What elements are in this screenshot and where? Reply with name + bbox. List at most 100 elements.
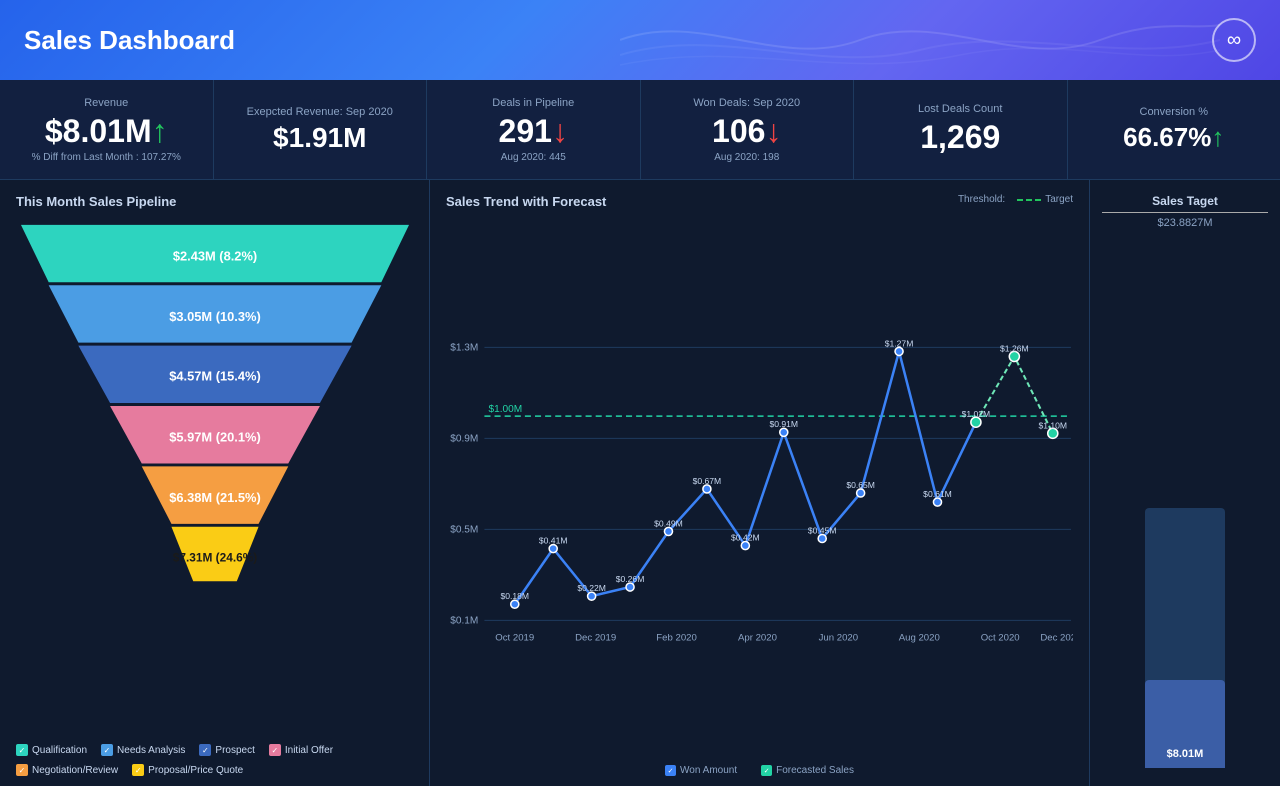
legend-qualification: ✓ Qualification	[16, 744, 87, 756]
svg-text:Feb 2020: Feb 2020	[656, 633, 697, 644]
svg-text:$1.3M: $1.3M	[450, 342, 478, 353]
kpi-conversion: Conversion % 66.67%↑	[1068, 80, 1280, 179]
svg-text:$0.1M: $0.1M	[450, 615, 478, 626]
legend-dot-qualification: ✓	[16, 744, 28, 756]
kpi-revenue-value: $8.01M↑	[18, 113, 195, 150]
bar-chart: $8.01M	[1102, 237, 1268, 776]
funnel-label-6: $7.31M (24.6%)	[172, 550, 257, 564]
header: Sales Dashboard ∞	[0, 0, 1280, 80]
kpi-won-value: 106↓	[659, 113, 836, 150]
legend-won-icon: ✓	[665, 765, 676, 776]
svg-text:Jun 2020: Jun 2020	[819, 633, 858, 644]
kpi-won-sub: Aug 2020: 198	[659, 152, 836, 163]
funnel-panel: This Month Sales Pipeline $2.43M (8.2%) …	[0, 180, 430, 786]
funnel-label-2: $3.05M (10.3%)	[169, 309, 261, 324]
kpi-expected-revenue: Exepcted Revenue: Sep 2020 $1.91M	[214, 80, 428, 179]
svg-text:$1.27M: $1.27M	[885, 338, 914, 348]
kpi-lost-value: 1,269	[872, 119, 1049, 156]
svg-text:Dec 2019: Dec 2019	[575, 633, 616, 644]
kpi-row: Revenue $8.01M↑ % Diff from Last Month :…	[0, 80, 1280, 180]
kpi-conversion-label: Conversion %	[1086, 106, 1263, 118]
point-0	[511, 600, 519, 608]
svg-text:Apr 2020: Apr 2020	[738, 633, 777, 644]
svg-text:$0.91M: $0.91M	[769, 419, 798, 429]
svg-text:Oct 2020: Oct 2020	[981, 633, 1020, 644]
legend-won: ✓ Won Amount	[665, 765, 737, 776]
kpi-expected-label: Exepcted Revenue: Sep 2020	[232, 106, 409, 118]
svg-text:$0.42M: $0.42M	[731, 533, 760, 543]
svg-text:Aug 2020: Aug 2020	[899, 633, 940, 644]
funnel-svg: $2.43M (8.2%) $3.05M (10.3%) $4.57M (15.…	[17, 223, 413, 593]
kpi-deals-sub: Aug 2020: 445	[445, 152, 622, 163]
won-amount-line	[515, 351, 976, 604]
funnel-label-4: $5.97M (20.1%)	[169, 430, 261, 445]
bar-fill: $8.01M	[1145, 680, 1225, 768]
kpi-revenue: Revenue $8.01M↑ % Diff from Last Month :…	[0, 80, 214, 179]
kpi-revenue-label: Revenue	[18, 97, 195, 109]
svg-text:$0.9M: $0.9M	[450, 433, 478, 444]
svg-text:$0.22M: $0.22M	[577, 583, 606, 593]
svg-text:$0.18M: $0.18M	[500, 591, 529, 601]
kpi-deals-value: 291↓	[445, 113, 622, 150]
kpi-conversion-value: 66.67%↑	[1086, 122, 1263, 153]
svg-text:$0.49M: $0.49M	[654, 518, 683, 528]
funnel-label-5: $6.38M (21.5%)	[169, 490, 261, 505]
line-chart-svg: $1.3M $0.9M $0.5M $0.1M $1.00M Oct 2019 …	[446, 227, 1073, 761]
funnel-chart: $2.43M (8.2%) $3.05M (10.3%) $4.57M (15.…	[16, 219, 413, 730]
chart-legend: ✓ Won Amount ✓ Forecasted Sales	[446, 765, 1073, 776]
legend-dot-needs: ✓	[101, 744, 113, 756]
svg-text:$0.65M: $0.65M	[846, 480, 875, 490]
kpi-deals-label: Deals in Pipeline	[445, 97, 622, 109]
bar-wrapper: $8.01M	[1102, 508, 1268, 768]
sales-target-panel: Sales Taget $23.8827M $8.01M	[1090, 180, 1280, 786]
svg-text:$1.10M: $1.10M	[1038, 420, 1067, 430]
legend-negotiation: ✓ Negotiation/Review	[16, 764, 118, 776]
page-title: Sales Dashboard	[24, 25, 235, 56]
svg-text:$1.26M: $1.26M	[1000, 343, 1029, 353]
threshold-icon	[1017, 199, 1041, 201]
svg-text:$0.26M: $0.26M	[616, 574, 645, 584]
legend-proposal: ✓ Proposal/Price Quote	[132, 764, 243, 776]
legend-dot-initial: ✓	[269, 744, 281, 756]
legend-initial-offer: ✓ Initial Offer	[269, 744, 333, 756]
funnel-title: This Month Sales Pipeline	[16, 194, 413, 209]
kpi-deals-pipeline: Deals in Pipeline 291↓ Aug 2020: 445	[427, 80, 641, 179]
svg-text:$1.02M: $1.02M	[962, 409, 991, 419]
sales-target-title: Sales Taget	[1102, 194, 1268, 208]
svg-text:$1.00M: $1.00M	[488, 404, 522, 415]
legend-prospect: ✓ Prospect	[199, 744, 254, 756]
funnel-legend: ✓ Qualification ✓ Needs Analysis ✓ Prosp…	[16, 738, 413, 776]
legend-dot-negotiation: ✓	[16, 764, 28, 776]
bar-background: $8.01M	[1145, 508, 1225, 768]
legend-forecast: ✓ Forecasted Sales	[761, 765, 854, 776]
legend-dot-proposal: ✓	[132, 764, 144, 776]
svg-text:$0.61M: $0.61M	[923, 489, 952, 499]
kpi-expected-value: $1.91M	[232, 122, 409, 154]
svg-text:$0.5M: $0.5M	[450, 524, 478, 535]
funnel-label-3: $4.57M (15.4%)	[169, 368, 261, 383]
svg-text:Dec 2020: Dec 2020	[1040, 633, 1073, 644]
kpi-won-deals: Won Deals: Sep 2020 106↓ Aug 2020: 198	[641, 80, 855, 179]
kpi-lost-deals: Lost Deals Count 1,269	[854, 80, 1068, 179]
svg-text:$0.67M: $0.67M	[693, 476, 722, 486]
main-content: This Month Sales Pipeline $2.43M (8.2%) …	[0, 180, 1280, 786]
threshold-legend: Threshold: Target	[958, 194, 1073, 205]
chart-area: $1.3M $0.9M $0.5M $0.1M $1.00M Oct 2019 …	[446, 227, 1073, 761]
threshold-line: Target	[1017, 194, 1073, 205]
bar-current-value: $8.01M	[1145, 748, 1225, 760]
target-value: $23.8827M	[1102, 217, 1268, 229]
svg-text:Oct 2019: Oct 2019	[495, 633, 534, 644]
svg-text:$0.41M: $0.41M	[539, 536, 568, 546]
legend-dot-prospect: ✓	[199, 744, 211, 756]
kpi-won-label: Won Deals: Sep 2020	[659, 97, 836, 109]
kpi-lost-label: Lost Deals Count	[872, 103, 1049, 115]
logo-icon: ∞	[1212, 18, 1256, 62]
trend-panel: Sales Trend with Forecast Threshold: Tar…	[430, 180, 1090, 786]
legend-needs-analysis: ✓ Needs Analysis	[101, 744, 185, 756]
kpi-revenue-sub: % Diff from Last Month : 107.27%	[18, 152, 195, 163]
chart-header: Sales Trend with Forecast Threshold: Tar…	[446, 194, 1073, 219]
svg-text:$0.45M: $0.45M	[808, 525, 837, 535]
legend-forecast-icon: ✓	[761, 765, 772, 776]
trend-title: Sales Trend with Forecast	[446, 194, 606, 209]
funnel-label-1: $2.43M (8.2%)	[172, 248, 256, 263]
